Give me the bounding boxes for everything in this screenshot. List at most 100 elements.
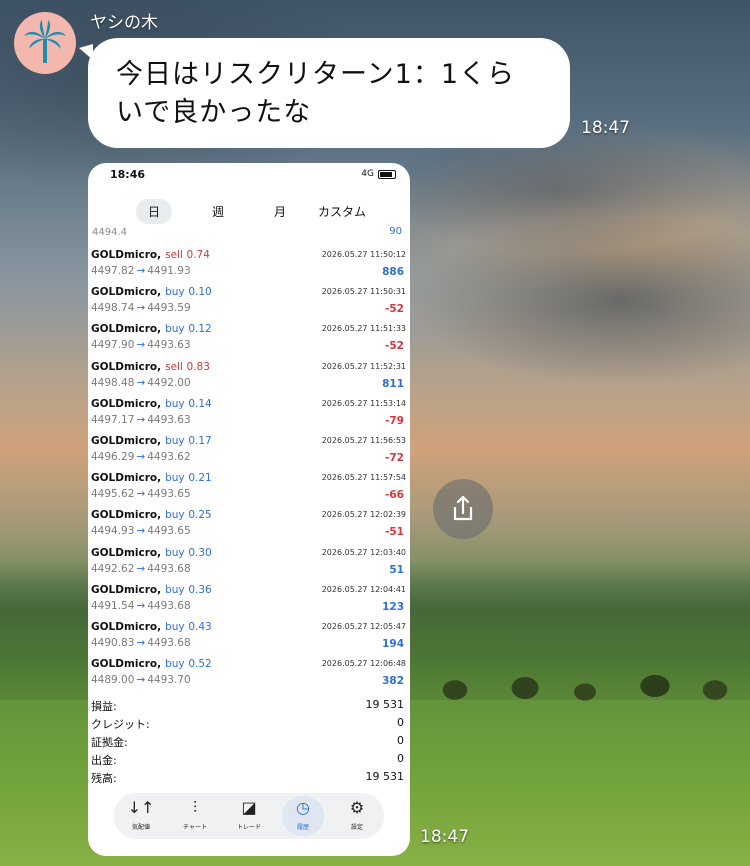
summary-row: クレジット: 0 — [88, 715, 410, 733]
trade-datetime: 2026.05.27 11:50:12 — [321, 250, 406, 259]
nav-label: 履歴 — [296, 824, 309, 831]
trade-volume: 0.30 — [188, 546, 212, 559]
trade-datetime: 2026.05.27 11:53:14 — [321, 398, 406, 408]
tab-week[interactable]: 週 — [212, 203, 224, 220]
trade-row[interactable]: GOLDmicro, buy 0.43 2026.05.27 12:05:47 449… — [88, 619, 410, 656]
trade-symbol: GOLDmicro, buy 0.43 — [91, 621, 212, 633]
image-time: 18:47 — [420, 827, 469, 847]
tab-month[interactable]: 月 — [274, 203, 286, 220]
trade-profit: -51 — [385, 526, 404, 539]
trade-volume: 0.17 — [188, 434, 212, 447]
trade-prices: 4497.17 → 4493.63 — [91, 414, 191, 426]
summary-label: 損益: — [91, 700, 117, 713]
symbol-name: GOLDmicro, — [91, 472, 162, 485]
close-price: 4493.65 — [147, 488, 191, 501]
summary-row: 損益: 19 531 — [88, 697, 410, 715]
trade-row[interactable]: GOLDmicro, buy 0.21 2026.05.27 11:57:54 449… — [88, 470, 410, 507]
settings-icon: ⚙ — [349, 798, 365, 817]
close-price: 4493.59 — [147, 302, 191, 315]
summary-label: 残高: — [91, 772, 117, 785]
image-message[interactable]: 18:46 4G 日 週 月 カスタム 4494.4 90 GOLDmicro,… — [88, 163, 410, 856]
trade-side: buy — [165, 658, 185, 671]
trade-row[interactable]: GOLDmicro, buy 0.14 2026.05.27 11:53:14 449… — [88, 396, 410, 433]
trade-side: buy — [165, 397, 185, 410]
symbol-name: GOLDmicro, — [91, 249, 162, 261]
summary-value: 0 — [397, 752, 404, 765]
trade-symbol: GOLDmicro, buy 0.36 — [91, 584, 212, 596]
avatar[interactable] — [14, 12, 76, 74]
trade-side: buy — [165, 509, 185, 522]
nav-item-history[interactable]: ◷ 履歴 — [276, 793, 330, 839]
summary-row: 出金: 0 — [88, 751, 410, 769]
trade-row[interactable]: GOLDmicro, buy 0.36 2026.05.27 12:04:41 449… — [88, 582, 410, 619]
trade-profit: -79 — [385, 414, 404, 427]
trade-datetime: 2026.05.27 11:52:31 — [321, 361, 406, 371]
symbol-name: GOLDmicro, — [91, 323, 162, 336]
trade-datetime: 2026.05.27 12:03:40 — [321, 547, 406, 557]
trade-profit: 51 — [389, 563, 404, 576]
trade-row[interactable]: GOLDmicro, buy 0.25 2026.05.27 12:02:39 449… — [88, 507, 410, 544]
trade-datetime: 2026.05.27 12:04:41 — [321, 584, 406, 594]
background-trees — [415, 660, 750, 720]
trade-symbol: GOLDmicro, buy 0.14 — [91, 398, 212, 410]
trade-volume: 0.43 — [188, 620, 212, 633]
arrow-right-icon: → — [136, 674, 146, 687]
trade-profit: 811 — [382, 377, 404, 390]
nav-label: 設定 — [350, 824, 363, 831]
trade-row[interactable]: GOLDmicro, buy 0.12 2026.05.27 11:51:33 449… — [88, 321, 410, 358]
trade-volume: 0.36 — [188, 583, 212, 596]
arrow-right-icon: → — [136, 599, 146, 612]
trade-prices: 4495.62 → 4493.65 — [91, 488, 191, 500]
trade-row[interactable]: GOLDmicro, buy 0.17 2026.05.27 11:56:53 449… — [88, 433, 410, 470]
trade-symbol: GOLDmicro, sell 0.83 — [91, 361, 210, 373]
partial-row-profit: 90 — [389, 226, 402, 237]
close-price: 4493.68 — [147, 562, 191, 575]
trade-datetime: 2026.05.27 11:50:31 — [321, 287, 406, 297]
tab-day[interactable]: 日 — [136, 199, 173, 224]
share-button[interactable] — [433, 479, 493, 539]
trade-volume: 0.74 — [186, 249, 210, 261]
trade-row[interactable]: GOLDmicro, sell 0.83 2026.05.27 11:52:31 44… — [88, 359, 410, 396]
open-price: 4497.17 — [91, 413, 135, 426]
trade-row[interactable]: GOLDmicro, buy 0.30 2026.05.27 12:03:40 449… — [88, 545, 410, 582]
palm-tree-icon — [24, 20, 66, 63]
summary-value: 19 531 — [365, 770, 405, 783]
symbol-name: GOLDmicro, — [91, 546, 162, 559]
trade-datetime: 2026.05.27 11:51:33 — [321, 324, 406, 334]
trade-volume: 0.14 — [188, 397, 212, 410]
trade-symbol: GOLDmicro, sell 0.74 — [91, 249, 210, 261]
summary-value: 0 — [397, 734, 404, 747]
nav-item-quotes[interactable]: ↓↑ 気配値 — [114, 793, 168, 839]
arrow-right-icon: → — [136, 450, 146, 463]
nav-item-settings[interactable]: ⚙ 設定 — [330, 793, 384, 839]
close-price: 4493.70 — [147, 674, 191, 687]
nav-item-trade[interactable]: ◪ トレード — [222, 793, 276, 839]
trade-profit: -52 — [385, 303, 404, 316]
open-price: 4498.48 — [91, 376, 135, 389]
open-price: 4495.62 — [91, 488, 135, 501]
arrow-right-icon: → — [136, 339, 146, 352]
trade-symbol: GOLDmicro, buy 0.30 — [91, 547, 212, 559]
trade-symbol: GOLDmicro, buy 0.21 — [91, 472, 212, 484]
trade-prices: 4490.83 → 4493.68 — [91, 637, 191, 649]
share-icon — [453, 495, 473, 521]
arrow-right-icon: → — [136, 265, 146, 277]
nav-item-chart[interactable]: ⫶ チャート — [168, 793, 222, 839]
trade-row[interactable]: GOLDmicro, buy 0.52 2026.05.27 12:06:48 448… — [88, 656, 410, 693]
open-price: 4497.90 — [91, 339, 135, 352]
trade-profit: -66 — [385, 489, 404, 502]
summary-label: 出金: — [91, 754, 117, 767]
trade-side: buy — [165, 472, 185, 485]
open-price: 4489.00 — [91, 674, 135, 687]
tab-custom[interactable]: カスタム — [318, 203, 366, 220]
status-bar: 18:46 4G — [88, 163, 410, 185]
message-bubble[interactable]: 今日はリスクリターン1：1くら いで良かったな — [79, 38, 570, 148]
trade-volume: 0.10 — [188, 286, 212, 299]
trade-volume: 0.52 — [188, 658, 212, 671]
symbol-name: GOLDmicro, — [91, 397, 162, 410]
trade-row[interactable]: GOLDmicro, buy 0.10 2026.05.27 11:50:31 449… — [88, 284, 410, 321]
battery-icon — [378, 170, 396, 179]
trade-prices: 4492.62 → 4493.68 — [91, 563, 191, 575]
trade-row[interactable]: GOLDmicro, sell 0.74 2026.05.27 11:50:12 44… — [88, 247, 410, 284]
trade-symbol: GOLDmicro, buy 0.10 — [91, 286, 212, 298]
